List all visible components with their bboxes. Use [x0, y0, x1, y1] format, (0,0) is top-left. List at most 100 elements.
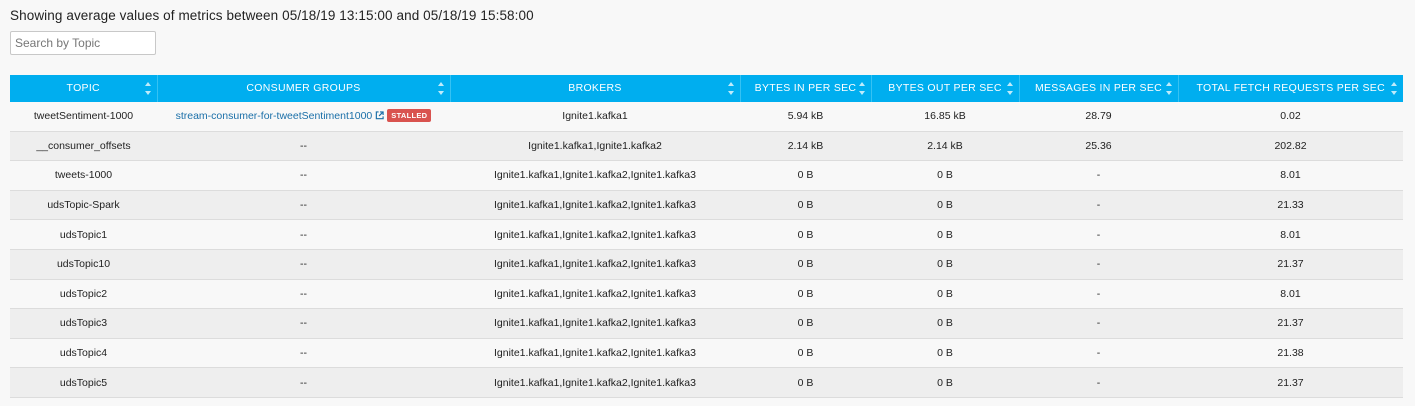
consumer-group-link[interactable]: stream-consumer-for-tweetSentiment1000	[176, 110, 373, 122]
fetch-requests-cell: 21.33	[1178, 190, 1403, 221]
table-row[interactable]: tweetSentiment-1000 stream-consumer-for-…	[10, 102, 1403, 132]
consumer-group-cell: --	[157, 160, 450, 191]
fetch-requests-cell: 21.37	[1178, 249, 1403, 280]
table-row[interactable]: udsTopic-Spark -- Ignite1.kafka1,Ignite1…	[10, 190, 1403, 221]
messages-in-cell: -	[1019, 338, 1178, 369]
bytes-in-cell: 0 B	[740, 249, 871, 280]
consumer-group-cell: --	[157, 131, 450, 162]
bytes-in-cell: 0 B	[740, 219, 871, 250]
status-badge: STALLED	[387, 109, 432, 123]
messages-in-cell: -	[1019, 160, 1178, 191]
brokers-cell: Ignite1.kafka1	[450, 102, 740, 132]
consumer-group-cell: --	[157, 308, 450, 339]
column-header-brokers[interactable]: BROKERS	[450, 75, 741, 102]
column-header-label: BYTES OUT PER SEC	[888, 82, 1002, 94]
fetch-requests-cell: 8.01	[1178, 279, 1403, 310]
table-row[interactable]: udsTopic4 -- Ignite1.kafka1,Ignite1.kafk…	[10, 338, 1403, 369]
column-header-label: TOTAL FETCH REQUESTS PER SEC	[1196, 82, 1385, 94]
bytes-in-cell: 0 B	[740, 367, 871, 398]
consumer-group-cell: stream-consumer-for-tweetSentiment1000 ST…	[157, 102, 450, 132]
brokers-cell: Ignite1.kafka1,Ignite1.kafka2,Ignite1.ka…	[450, 308, 740, 339]
brokers-cell: Ignite1.kafka1,Ignite1.kafka2,Ignite1.ka…	[450, 279, 740, 310]
consumer-group-cell: --	[157, 190, 450, 221]
sort-arrows-icon[interactable]	[727, 82, 734, 95]
topics-table-body: tweetSentiment-1000 stream-consumer-for-…	[10, 102, 1403, 398]
metrics-summary-text: Showing average values of metrics betwee…	[10, 8, 534, 23]
brokers-cell: Ignite1.kafka1,Ignite1.kafka2	[450, 131, 740, 162]
column-header-fetch-requests[interactable]: TOTAL FETCH REQUESTS PER SEC	[1178, 75, 1403, 102]
column-header-messages-in[interactable]: MESSAGES IN PER SEC	[1019, 75, 1179, 102]
bytes-out-cell: 2.14 kB	[871, 131, 1019, 162]
consumer-group-cell: --	[157, 338, 450, 369]
brokers-cell: Ignite1.kafka1,Ignite1.kafka2,Ignite1.ka…	[450, 160, 740, 191]
bytes-out-cell: 0 B	[871, 338, 1019, 369]
bytes-out-cell: 0 B	[871, 308, 1019, 339]
column-header-label: CONSUMER GROUPS	[246, 82, 361, 94]
fetch-requests-cell: 8.01	[1178, 219, 1403, 250]
bytes-out-cell: 16.85 kB	[871, 102, 1019, 132]
column-header-bytes-in[interactable]: BYTES IN PER SEC	[740, 75, 872, 102]
topic-cell: udsTopic2	[10, 279, 157, 310]
bytes-in-cell: 0 B	[740, 308, 871, 339]
column-header-consumer-groups[interactable]: CONSUMER GROUPS	[157, 75, 451, 102]
messages-in-cell: -	[1019, 308, 1178, 339]
fetch-requests-cell: 0.02	[1178, 102, 1403, 132]
sort-arrows-icon[interactable]	[1391, 82, 1397, 95]
search-by-topic-input[interactable]	[10, 31, 156, 55]
column-header-label: TOPIC	[66, 82, 100, 94]
topic-cell: udsTopic-Spark	[10, 190, 157, 221]
table-row[interactable]: tweets-1000 -- Ignite1.kafka1,Ignite1.ka…	[10, 160, 1403, 191]
brokers-cell: Ignite1.kafka1,Ignite1.kafka2,Ignite1.ka…	[450, 249, 740, 280]
consumer-group-cell: --	[157, 367, 450, 398]
bytes-in-cell: 2.14 kB	[740, 131, 871, 162]
topic-cell: udsTopic1	[10, 219, 157, 250]
sort-arrows-icon[interactable]	[437, 82, 444, 95]
table-row[interactable]: udsTopic2 -- Ignite1.kafka1,Ignite1.kafk…	[10, 279, 1403, 310]
brokers-cell: Ignite1.kafka1,Ignite1.kafka2,Ignite1.ka…	[450, 338, 740, 369]
external-link-icon[interactable]	[375, 111, 384, 123]
topic-cell: udsTopic5	[10, 367, 157, 398]
table-row[interactable]: udsTopic10 -- Ignite1.kafka1,Ignite1.kaf…	[10, 249, 1403, 280]
bytes-out-cell: 0 B	[871, 190, 1019, 221]
bytes-out-cell: 0 B	[871, 219, 1019, 250]
messages-in-cell: -	[1019, 249, 1178, 280]
topic-cell: tweets-1000	[10, 160, 157, 191]
bytes-in-cell: 0 B	[740, 279, 871, 310]
messages-in-cell: -	[1019, 219, 1178, 250]
brokers-cell: Ignite1.kafka1,Ignite1.kafka2,Ignite1.ka…	[450, 219, 740, 250]
table-header-row: TOPIC CONSUMER GROUPS BROKERS BYTES IN P…	[10, 75, 1403, 102]
column-header-label: BROKERS	[568, 82, 622, 94]
sort-arrows-icon[interactable]	[1165, 82, 1172, 95]
sort-arrows-icon[interactable]	[858, 82, 865, 95]
table-row[interactable]: __consumer_offsets -- Ignite1.kafka1,Ign…	[10, 131, 1403, 162]
column-header-topic[interactable]: TOPIC	[10, 75, 158, 102]
sort-arrows-icon[interactable]	[144, 82, 151, 95]
fetch-requests-cell: 21.37	[1178, 308, 1403, 339]
column-header-label: BYTES IN PER SEC	[754, 82, 857, 94]
bytes-out-cell: 0 B	[871, 279, 1019, 310]
messages-in-cell: 28.79	[1019, 102, 1178, 132]
topic-cell: tweetSentiment-1000	[10, 102, 157, 132]
consumer-group-cell: --	[157, 219, 450, 250]
table-row[interactable]: udsTopic1 -- Ignite1.kafka1,Ignite1.kafk…	[10, 219, 1403, 250]
messages-in-cell: -	[1019, 279, 1178, 310]
bytes-in-cell: 0 B	[740, 338, 871, 369]
table-row[interactable]: udsTopic5 -- Ignite1.kafka1,Ignite1.kafk…	[10, 367, 1403, 398]
topic-cell: __consumer_offsets	[10, 131, 157, 162]
column-header-bytes-out[interactable]: BYTES OUT PER SEC	[871, 75, 1020, 102]
bytes-out-cell: 0 B	[871, 160, 1019, 191]
topic-cell: udsTopic3	[10, 308, 157, 339]
fetch-requests-cell: 202.82	[1178, 131, 1403, 162]
brokers-cell: Ignite1.kafka1,Ignite1.kafka2,Ignite1.ka…	[450, 190, 740, 221]
sort-arrows-icon[interactable]	[1006, 82, 1013, 95]
bytes-in-cell: 0 B	[740, 160, 871, 191]
column-header-label: MESSAGES IN PER SEC	[1034, 82, 1163, 94]
messages-in-cell: -	[1019, 190, 1178, 221]
consumer-group-cell: --	[157, 249, 450, 280]
table-row[interactable]: udsTopic3 -- Ignite1.kafka1,Ignite1.kafk…	[10, 308, 1403, 339]
topic-cell: udsTopic4	[10, 338, 157, 369]
topics-page: Showing average values of metrics betwee…	[0, 0, 1415, 406]
fetch-requests-cell: 21.37	[1178, 367, 1403, 398]
bytes-in-cell: 0 B	[740, 190, 871, 221]
messages-in-cell: -	[1019, 367, 1178, 398]
